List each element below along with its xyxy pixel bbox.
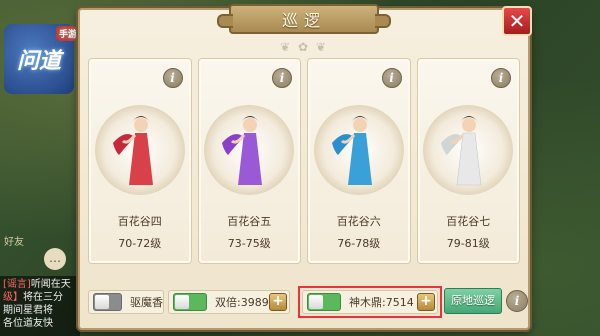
- card-level: 79-81级: [446, 237, 490, 250]
- game-logo: 问道 手游: [4, 24, 80, 94]
- patrol-dialog: 巡逻 ✕ ❦ ✿ ❦ i 百花谷四 70-72级 i 百花谷五 73-75级 i…: [78, 4, 532, 330]
- close-button[interactable]: ✕: [502, 6, 532, 36]
- fairy-figure-icon: [331, 116, 372, 185]
- double-plus-button[interactable]: +: [269, 293, 287, 311]
- title-ornament: ❦ ✿ ❦: [280, 40, 328, 54]
- cauldron-toggle[interactable]: [307, 293, 341, 311]
- patrol-card[interactable]: i 百花谷四 70-72级: [88, 58, 192, 264]
- incense-toggle[interactable]: [93, 293, 122, 311]
- card-name: 百花谷七: [446, 215, 491, 228]
- incense-label: 驱魔香: [130, 296, 163, 309]
- incense-option: 驱魔香: [88, 290, 164, 314]
- card-level: 76-78级: [337, 237, 381, 250]
- fairy-figure-icon: [112, 116, 153, 185]
- info-icon[interactable]: i: [272, 68, 292, 88]
- patrol-card[interactable]: i 百花谷六 76-78级: [307, 58, 411, 264]
- card-level: 73-75级: [227, 237, 271, 250]
- logo-text: 问道: [16, 48, 61, 74]
- card-name: 百花谷五: [227, 215, 272, 228]
- dress: [347, 133, 372, 185]
- info-icon[interactable]: i: [381, 68, 402, 88]
- patrol-card-list: i 百花谷四 70-72级 i 百花谷五 73-75级 i 百花谷六 76-78…: [88, 58, 520, 264]
- fairy-figure-icon: [222, 116, 263, 185]
- card-level: 70-72级: [118, 237, 162, 250]
- cauldron-option: 神木鼎:7514 +: [302, 290, 438, 314]
- info-icon[interactable]: i: [162, 68, 183, 88]
- chat-line: 各位道友快: [3, 318, 53, 329]
- double-option: 双倍:3989 +: [168, 290, 290, 314]
- chat-bubble-icon[interactable]: …: [44, 248, 66, 270]
- cauldron-plus-button[interactable]: +: [417, 293, 435, 311]
- patrol-here-button[interactable]: 原地巡逻: [444, 288, 502, 314]
- card-name: 百花谷四: [117, 215, 162, 228]
- chat-line: 期间星君将: [3, 305, 53, 316]
- friend-button[interactable]: 好友: [0, 234, 34, 252]
- double-label: 双倍:3989: [215, 296, 269, 309]
- bottom-bar: 驱魔香 双倍:3989 + 神木鼎:7514 + 原地巡逻 i: [88, 280, 528, 320]
- chat-line: 级】将在三分: [3, 292, 63, 303]
- double-toggle[interactable]: [173, 293, 207, 311]
- chat-line: [谣言]听闻在天: [3, 279, 71, 290]
- info-icon[interactable]: i: [506, 290, 528, 312]
- patrol-card[interactable]: i 百花谷五 73-75级: [197, 58, 301, 264]
- fairy-figure-icon: [441, 116, 482, 186]
- logo-tag: 手游: [55, 26, 80, 41]
- info-icon[interactable]: i: [491, 68, 511, 88]
- dress: [456, 132, 482, 186]
- dress: [238, 133, 263, 185]
- dialog-title: 巡逻: [217, 4, 391, 34]
- cauldron-label: 神木鼎:7514: [349, 296, 414, 309]
- card-name: 百花谷六: [336, 215, 381, 228]
- chat-panel[interactable]: [谣言]听闻在天 级】将在三分 期间星君将 各位道友快: [0, 276, 80, 336]
- dress: [128, 133, 153, 185]
- patrol-card[interactable]: i 百花谷七 79-81级: [416, 58, 520, 264]
